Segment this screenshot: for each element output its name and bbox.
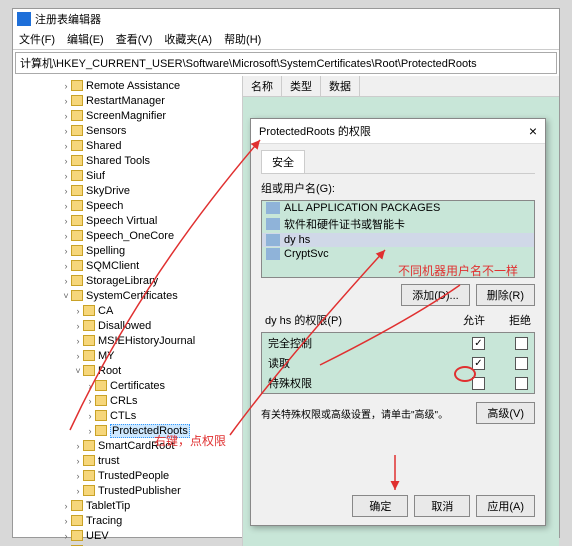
group-users-label: 组或用户名(G): [261,180,535,196]
tree-item[interactable]: ›CA [13,303,242,318]
user-row[interactable]: dy hs [262,233,534,247]
tree-item[interactable]: ›Shared [13,138,242,153]
tree-item[interactable]: ›Shared Tools [13,153,242,168]
allow-checkbox[interactable]: ✓ [472,337,485,350]
col-data[interactable]: 数据 [321,76,360,96]
registry-tree[interactable]: ›Remote Assistance›RestartManager›Screen… [13,76,243,546]
close-icon[interactable]: × [529,123,537,139]
tree-item[interactable]: ›UEV [13,528,242,543]
tree-item[interactable]: ›Siuf [13,168,242,183]
window-titlebar: 注册表编辑器 [13,9,559,29]
user-row[interactable]: ALL APPLICATION PACKAGES [262,201,534,215]
tree-item[interactable]: ›CRLs [13,393,242,408]
menu-view[interactable]: 查看(V) [116,31,153,47]
allow-checkbox[interactable]: ✓ [472,357,485,370]
regedit-icon [17,12,31,26]
tree-item[interactable]: ›Sensors [13,123,242,138]
add-button[interactable]: 添加(D)... [401,284,469,306]
allow-checkbox[interactable] [472,377,485,390]
tree-item[interactable]: ˅SystemCertificates [13,288,242,303]
tree-item[interactable]: ›RestartManager [13,93,242,108]
tree-item[interactable]: ›TrustedPeople [13,468,242,483]
perm-row: 读取✓ [262,353,534,373]
tree-item[interactable]: ›Certificates [13,378,242,393]
permission-list: 完全控制✓读取✓特殊权限 [261,332,535,394]
tree-item[interactable]: ›TabletTip [13,498,242,513]
apply-button[interactable]: 应用(A) [476,495,535,517]
ok-button[interactable]: 确定 [352,495,408,517]
col-name[interactable]: 名称 [243,76,282,96]
tree-item[interactable]: ›SkyDrive [13,183,242,198]
special-note: 有关特殊权限或高级设置，请单击"高级"。 [261,406,448,421]
tree-item[interactable]: ›ScreenMagnifier [13,108,242,123]
tree-item[interactable]: ›StorageLibrary [13,273,242,288]
address-bar[interactable]: 计算机\HKEY_CURRENT_USER\Software\Microsoft… [15,52,557,74]
perm-row: 特殊权限 [262,373,534,393]
tree-item[interactable]: ›CTLs [13,408,242,423]
user-list[interactable]: ALL APPLICATION PACKAGES软件和硬件证书或智能卡dy hs… [261,200,535,278]
cancel-button[interactable]: 取消 [414,495,470,517]
menu-help[interactable]: 帮助(H) [224,31,261,47]
advanced-button[interactable]: 高级(V) [476,402,535,424]
tree-item[interactable]: ›Speech_OneCore [13,228,242,243]
permissions-dialog: ProtectedRoots 的权限 × 安全 组或用户名(G): ALL AP… [250,118,546,526]
user-row[interactable]: CryptSvc [262,247,534,261]
tree-item[interactable]: ›Remote Assistance [13,78,242,93]
tree-item[interactable]: ›SQMClient [13,258,242,273]
perm-row: 完全控制✓ [262,333,534,353]
deny-checkbox[interactable] [515,377,528,390]
menu-file[interactable]: 文件(F) [19,31,55,47]
window-title: 注册表编辑器 [35,11,101,27]
col-type[interactable]: 类型 [282,76,321,96]
tree-item[interactable]: ›Tracing [13,513,242,528]
remove-button[interactable]: 删除(R) [476,284,535,306]
tree-item[interactable]: ›MY [13,348,242,363]
tree-item[interactable]: ›Speech Virtual [13,213,242,228]
allow-header: 允许 [463,312,485,328]
dialog-title: ProtectedRoots 的权限 [259,123,371,139]
perm-label: dy hs 的权限(P) [265,312,342,328]
tree-item[interactable]: ›Speech [13,198,242,213]
menu-fav[interactable]: 收藏夹(A) [164,31,212,47]
menu-edit[interactable]: 编辑(E) [67,31,104,47]
tree-item[interactable]: ›Disallowed [13,318,242,333]
tree-item[interactable]: ›SmartCardRoot [13,438,242,453]
deny-checkbox[interactable] [515,337,528,350]
deny-checkbox[interactable] [515,357,528,370]
deny-header: 拒绝 [509,312,531,328]
menubar: 文件(F) 编辑(E) 查看(V) 收藏夹(A) 帮助(H) [13,29,559,50]
tree-item[interactable]: ›ProtectedRoots [13,423,242,438]
tree-item[interactable]: ˅Root [13,363,242,378]
tree-item[interactable]: ›trust [13,453,242,468]
tree-item[interactable]: ›MSIEHistoryJournal [13,333,242,348]
tree-item[interactable]: ›TrustedPublisher [13,483,242,498]
user-row[interactable]: 软件和硬件证书或智能卡 [262,215,534,233]
tab-security[interactable]: 安全 [261,150,305,173]
tree-item[interactable]: ›Spelling [13,243,242,258]
